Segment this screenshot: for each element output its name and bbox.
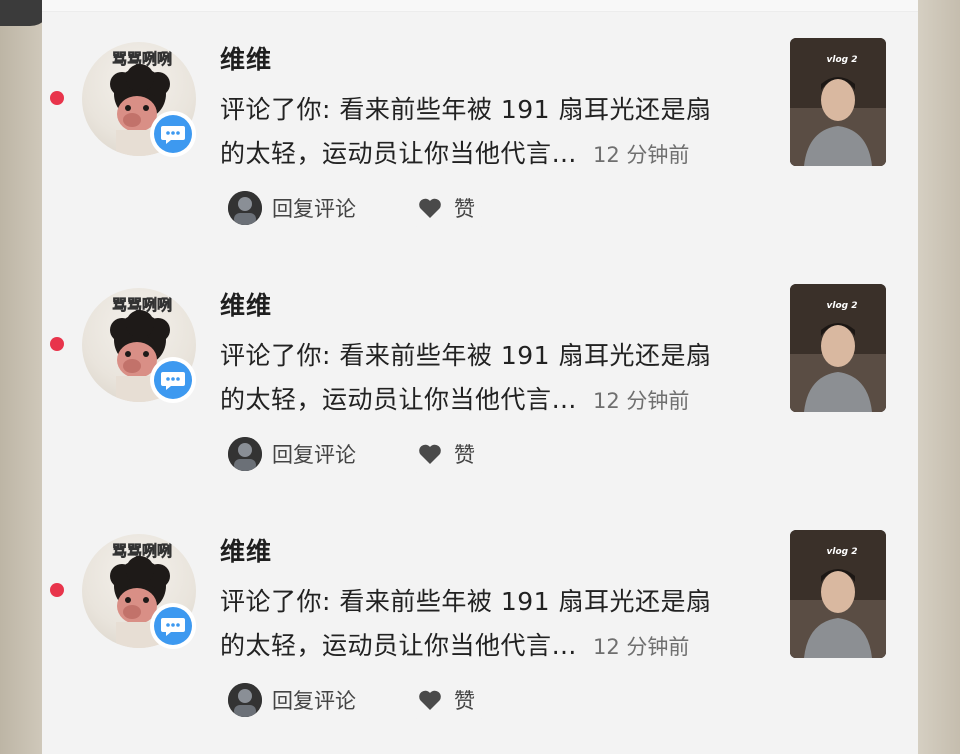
reply-comment-button[interactable]: 回复评论 [222, 678, 380, 722]
reply-label: 回复评论 [272, 197, 356, 221]
unread-dot [50, 337, 64, 351]
comment-line-2: 的太轻，运动员让你当他代言… 12 分钟前 [220, 624, 740, 669]
unread-dot [50, 91, 64, 105]
background-right [916, 0, 960, 754]
my-avatar [228, 191, 262, 225]
reply-comment-button[interactable]: 回复评论 [222, 432, 380, 476]
comment-bubble-icon [154, 361, 192, 399]
notification-item[interactable]: 骂骂咧咧 维维 评论了你: 看来前些年被 191 扇耳光还是扇 的太轻，运动员让… [42, 246, 918, 492]
reply-label: 回复评论 [272, 689, 356, 713]
comment-text[interactable]: 评论了你: 看来前些年被 191 扇耳光还是扇 的太轻，运动员让你当他代言… 12… [220, 580, 740, 669]
thumbnail-caption: vlog 2 [827, 301, 858, 311]
comment-line-2-text: 的太轻，运动员让你当他代言… [220, 139, 578, 168]
reply-label: 回复评论 [272, 443, 356, 467]
like-button[interactable]: 赞 [406, 186, 492, 230]
comment-text[interactable]: 评论了你: 看来前些年被 191 扇耳光还是扇 的太轻，运动员让你当他代言… 12… [220, 334, 740, 423]
notification-item[interactable]: 骂骂咧咧 维维 评论了你: 看来前些年被 191 扇耳光还是扇 的太轻，运动员让… [42, 492, 918, 738]
video-thumbnail[interactable]: vlog 2 [790, 38, 886, 166]
thumbnail-caption: vlog 2 [827, 55, 858, 65]
comment-line-1: 评论了你: 看来前些年被 191 扇耳光还是扇 [220, 341, 712, 370]
timestamp: 12 分钟前 [593, 389, 690, 413]
like-button[interactable]: 赞 [406, 432, 492, 476]
video-thumbnail[interactable]: vlog 2 [790, 530, 886, 658]
username[interactable]: 维维 [220, 532, 272, 568]
comment-line-2: 的太轻，运动员让你当他代言… 12 分钟前 [220, 378, 740, 423]
thumbnail-caption: vlog 2 [827, 547, 858, 557]
like-button[interactable]: 赞 [406, 678, 492, 722]
comment-bubble-icon [154, 115, 192, 153]
heart-icon [419, 690, 441, 710]
comment-line-1: 评论了你: 看来前些年被 191 扇耳光还是扇 [220, 95, 712, 124]
like-label: 赞 [454, 197, 475, 221]
username[interactable]: 维维 [220, 40, 272, 76]
comment-line-1: 评论了你: 看来前些年被 191 扇耳光还是扇 [220, 587, 712, 616]
notification-item[interactable]: 骂骂咧咧 维维 评论了你: 看来前些年被 191 扇耳光还是扇 的太轻，运动员让… [42, 0, 918, 246]
like-label: 赞 [454, 443, 475, 467]
unread-dot [50, 583, 64, 597]
timestamp: 12 分钟前 [593, 143, 690, 167]
my-avatar [228, 683, 262, 717]
background-left [0, 0, 42, 754]
comment-badge [150, 111, 196, 157]
like-label: 赞 [454, 689, 475, 713]
comment-line-2: 的太轻，运动员让你当他代言… 12 分钟前 [220, 132, 740, 177]
comment-line-2-text: 的太轻，运动员让你当他代言… [220, 631, 578, 660]
comment-line-2-text: 的太轻，运动员让你当他代言… [220, 385, 578, 414]
comment-bubble-icon [154, 607, 192, 645]
reply-comment-button[interactable]: 回复评论 [222, 186, 380, 230]
username[interactable]: 维维 [220, 286, 272, 322]
timestamp: 12 分钟前 [593, 635, 690, 659]
heart-icon [419, 198, 441, 218]
video-thumbnail[interactable]: vlog 2 [790, 284, 886, 412]
heart-icon [419, 444, 441, 464]
comment-badge [150, 357, 196, 403]
comment-text[interactable]: 评论了你: 看来前些年被 191 扇耳光还是扇 的太轻，运动员让你当他代言… 12… [220, 88, 740, 177]
comment-badge [150, 603, 196, 649]
my-avatar [228, 437, 262, 471]
